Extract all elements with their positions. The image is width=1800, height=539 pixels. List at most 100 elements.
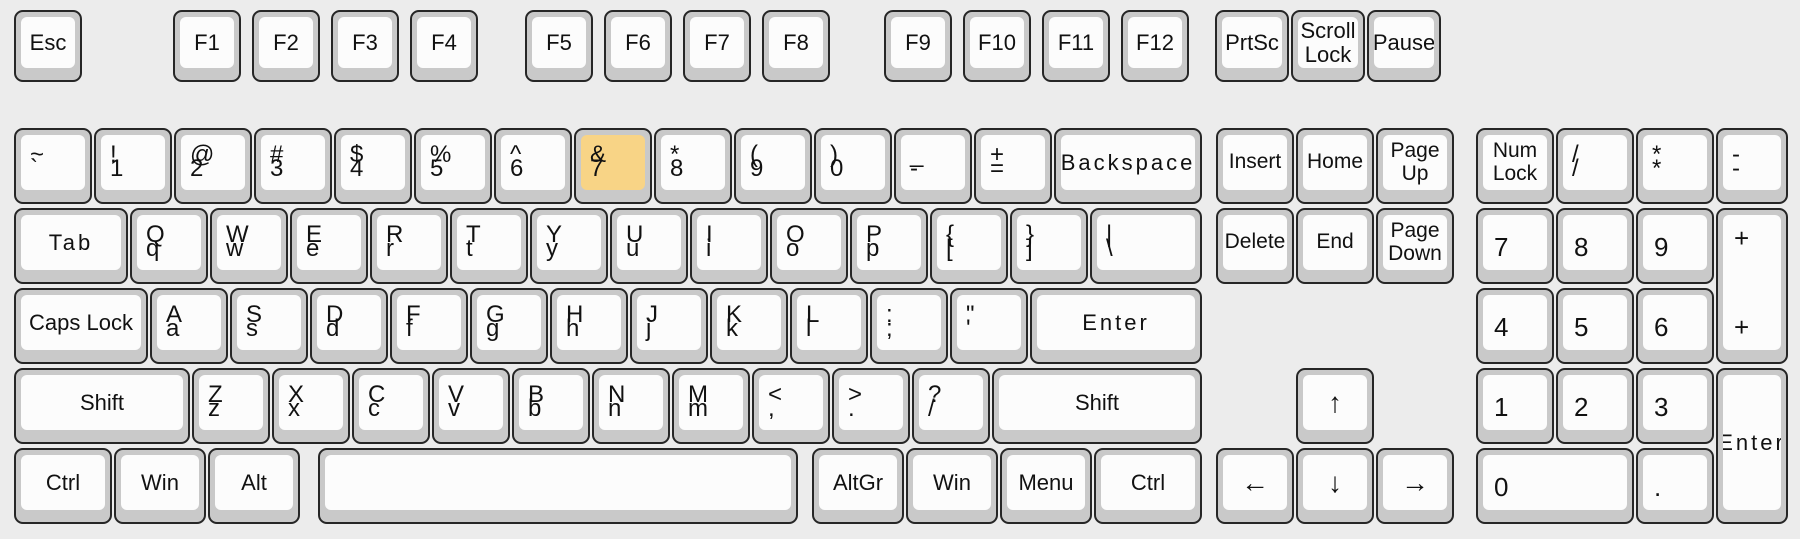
key-quote[interactable]: " '	[950, 288, 1028, 364]
key-numminus[interactable]: --	[1716, 128, 1788, 204]
key-enter[interactable]: Enter	[1030, 288, 1202, 364]
key-backspace[interactable]: Backspace	[1054, 128, 1202, 204]
key-f9[interactable]: F9	[884, 10, 952, 82]
key-2[interactable]: @2	[174, 128, 252, 204]
key-winleft[interactable]: Win	[114, 448, 206, 524]
key-num4[interactable]: 4	[1476, 288, 1554, 364]
key-7[interactable]: & 7	[574, 128, 652, 204]
key-num3[interactable]: 3	[1636, 368, 1714, 444]
key-delete[interactable]: Delete	[1216, 208, 1294, 284]
key-c[interactable]: Cc	[352, 368, 430, 444]
key-g[interactable]: Gg	[470, 288, 548, 364]
key-shiftright[interactable]: Shift	[992, 368, 1202, 444]
key-minus[interactable]: _ -	[894, 128, 972, 204]
key-5[interactable]: % 5	[414, 128, 492, 204]
key-z[interactable]: Zz	[192, 368, 270, 444]
key-f10[interactable]: F10	[963, 10, 1031, 82]
key-comma[interactable]: <,	[752, 368, 830, 444]
key-f12[interactable]: F12	[1121, 10, 1189, 82]
key-arrowdown[interactable]: ↓	[1296, 448, 1374, 524]
key-altleft[interactable]: Alt	[208, 448, 300, 524]
key-equal[interactable]: + =	[974, 128, 1052, 204]
key-h[interactable]: Hh	[550, 288, 628, 364]
key-numplus[interactable]: + +	[1716, 208, 1788, 364]
key-pause[interactable]: Pause	[1367, 10, 1441, 82]
key-s[interactable]: Ss	[230, 288, 308, 364]
key-i[interactable]: Ii	[690, 208, 768, 284]
key-home[interactable]: Home	[1296, 128, 1374, 204]
key-v[interactable]: Vv	[432, 368, 510, 444]
key-num6[interactable]: 6	[1636, 288, 1714, 364]
key-nummultiply[interactable]: * *	[1636, 128, 1714, 204]
key-t[interactable]: Tt	[450, 208, 528, 284]
key-num1[interactable]: 1	[1476, 368, 1554, 444]
key-f[interactable]: Ff	[390, 288, 468, 364]
key-r[interactable]: Rr	[370, 208, 448, 284]
key-prtsc[interactable]: PrtSc	[1215, 10, 1289, 82]
key-j[interactable]: Jj	[630, 288, 708, 364]
key-3[interactable]: #3	[254, 128, 332, 204]
key-f3[interactable]: F3	[331, 10, 399, 82]
key-q[interactable]: Qq	[130, 208, 208, 284]
key-numperiod[interactable]: .	[1636, 448, 1714, 524]
key-k[interactable]: Kk	[710, 288, 788, 364]
key-b[interactable]: Bb	[512, 368, 590, 444]
key-num9[interactable]: 9	[1636, 208, 1714, 284]
key-f5[interactable]: F5	[525, 10, 593, 82]
key-9[interactable]: (9	[734, 128, 812, 204]
key-m[interactable]: Mm	[672, 368, 750, 444]
key-ctrlright[interactable]: Ctrl	[1094, 448, 1202, 524]
key-backtick[interactable]: ~ `	[14, 128, 92, 204]
key-f6[interactable]: F6	[604, 10, 672, 82]
key-num5[interactable]: 5	[1556, 288, 1634, 364]
key-p[interactable]: Pp	[850, 208, 928, 284]
key-space[interactable]	[318, 448, 798, 524]
key-f7[interactable]: F7	[683, 10, 751, 82]
key-6[interactable]: ^ 6	[494, 128, 572, 204]
key-e[interactable]: Ee	[290, 208, 368, 284]
key-capslock[interactable]: Caps Lock	[14, 288, 148, 364]
key-bracketr[interactable]: }]	[1010, 208, 1088, 284]
key-altgr[interactable]: AltGr	[812, 448, 904, 524]
key-1[interactable]: ! 1	[94, 128, 172, 204]
key-tab[interactable]: Tab	[14, 208, 128, 284]
key-winright[interactable]: Win	[906, 448, 998, 524]
key-arrowup[interactable]: ↑	[1296, 368, 1374, 444]
key-period[interactable]: >.	[832, 368, 910, 444]
key-pageup[interactable]: Page Up	[1376, 128, 1454, 204]
key-arrowleft[interactable]: ←	[1216, 448, 1294, 524]
key-x[interactable]: Xx	[272, 368, 350, 444]
key-num0[interactable]: 0	[1476, 448, 1634, 524]
key-f8[interactable]: F8	[762, 10, 830, 82]
key-scrolllock[interactable]: Scroll Lock	[1291, 10, 1365, 82]
key-f11[interactable]: F11	[1042, 10, 1110, 82]
key-num8[interactable]: 8	[1556, 208, 1634, 284]
key-a[interactable]: Aa	[150, 288, 228, 364]
key-y[interactable]: Yy	[530, 208, 608, 284]
key-shiftleft[interactable]: Shift	[14, 368, 190, 444]
key-bracketl[interactable]: {[	[930, 208, 1008, 284]
key-numenter[interactable]: Enter	[1716, 368, 1788, 524]
key-insert[interactable]: Insert	[1216, 128, 1294, 204]
key-n[interactable]: Nn	[592, 368, 670, 444]
key-u[interactable]: Uu	[610, 208, 688, 284]
key-pagedown[interactable]: Page Down	[1376, 208, 1454, 284]
key-l[interactable]: Ll	[790, 288, 868, 364]
key-semicolon[interactable]: :;	[870, 288, 948, 364]
key-8[interactable]: * 8	[654, 128, 732, 204]
key-f2[interactable]: F2	[252, 10, 320, 82]
key-f4[interactable]: F4	[410, 10, 478, 82]
key-num7[interactable]: 7	[1476, 208, 1554, 284]
key-w[interactable]: Ww	[210, 208, 288, 284]
key-f1[interactable]: F1	[173, 10, 241, 82]
key-arrowright[interactable]: →	[1376, 448, 1454, 524]
key-slash[interactable]: ? /	[912, 368, 990, 444]
key-o[interactable]: Oo	[770, 208, 848, 284]
key-num2[interactable]: 2	[1556, 368, 1634, 444]
key-esc[interactable]: Esc	[14, 10, 82, 82]
key-menu[interactable]: Menu	[1000, 448, 1092, 524]
key-end[interactable]: End	[1296, 208, 1374, 284]
key-0[interactable]: ) 0	[814, 128, 892, 204]
key-backslash[interactable]: | \	[1090, 208, 1202, 284]
key-numlock[interactable]: Num Lock	[1476, 128, 1554, 204]
